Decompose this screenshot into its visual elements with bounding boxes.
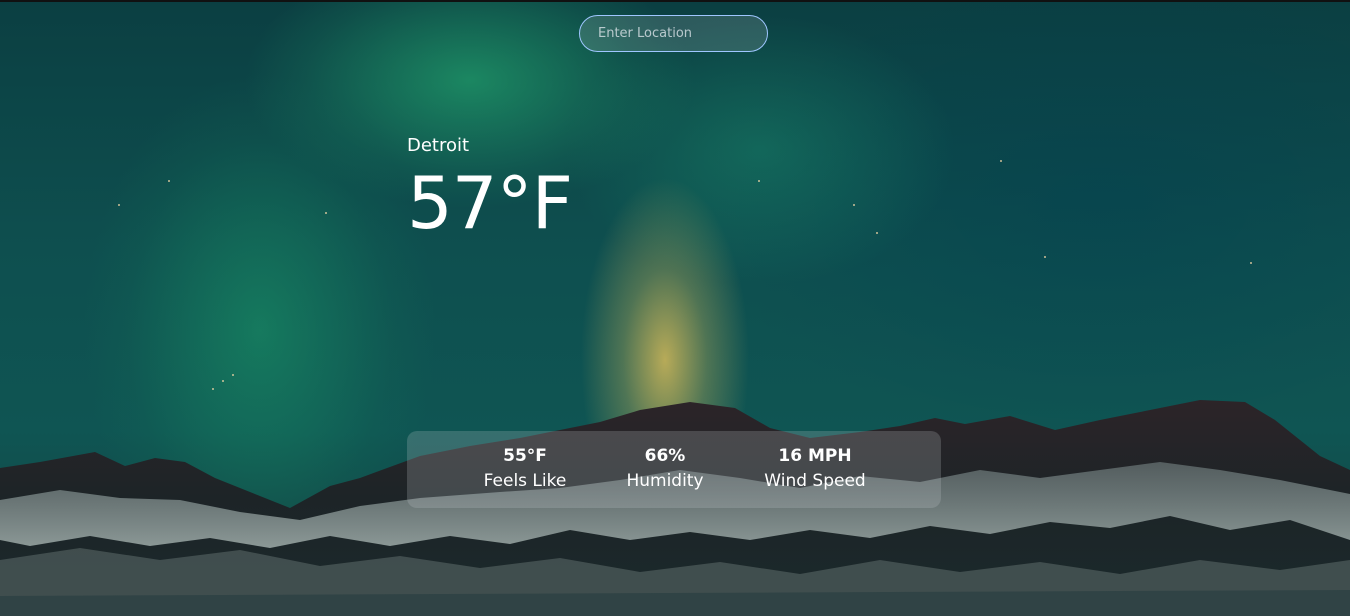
mountain-landscape (0, 400, 1350, 616)
wind-speed-label: Wind Speed (764, 471, 866, 491)
humidity-label: Humidity (626, 471, 704, 491)
location-search-input[interactable] (579, 15, 768, 52)
weather-app: Detroit 57°F 55°F Feels Like 66% Humidit… (0, 0, 1350, 616)
wind-speed-value: 16 MPH (778, 446, 852, 466)
wind-speed-stat: 16 MPH Wind Speed (764, 444, 865, 494)
weather-details-panel: 55°F Feels Like 66% Humidity 16 MPH Wind… (407, 431, 941, 508)
feels-like-label: Feels Like (483, 471, 567, 491)
feels-like-stat: 55°F Feels Like (484, 444, 567, 494)
humidity-stat: 66% Humidity (626, 444, 703, 494)
feels-like-value: 55°F (503, 446, 547, 466)
humidity-value: 66% (644, 446, 686, 466)
city-name: Detroit (407, 135, 470, 156)
current-temperature: 57°F (407, 161, 573, 245)
